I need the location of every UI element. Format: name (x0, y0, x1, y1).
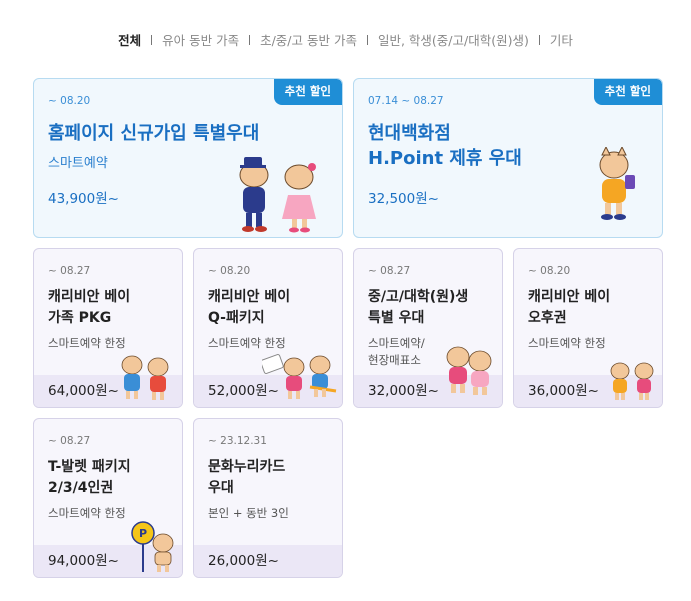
mascot-running-icon (262, 354, 337, 399)
mascot-duo-icon (610, 362, 654, 400)
offer-card-hyundai-hpoint[interactable]: 추천 할인 07.14 ~ 08.27 현대백화점 H.Point 제휴 우대 … (353, 78, 663, 238)
tab-divider (366, 34, 368, 45)
offer-subtitle: 스마트예약 (48, 156, 108, 171)
offer-card-homepage-signup[interactable]: 추천 할인 ~ 08.20 홈페이지 신규가입 특별우대 스마트예약 43,90… (33, 78, 343, 238)
offer-title: 캐리비안 베이 Q-패키지 (208, 289, 291, 326)
offer-date: ~ 23.12.31 (208, 435, 267, 447)
offer-price: 64,000원~ (48, 383, 119, 399)
tab-divider (249, 34, 251, 45)
offer-subtitle: 스마트예약 한정 (528, 336, 606, 350)
offer-title: 현대백화점 H.Point 제휴 우대 (368, 123, 522, 169)
mascot-couple-icon (239, 157, 316, 233)
offer-title: 문화누리카드 우대 (208, 459, 286, 496)
offer-title: 캐리비안 베이 가족 PKG (48, 289, 131, 326)
offer-price: 43,900원~ (48, 191, 119, 207)
offer-price: 32,500원~ (368, 191, 439, 207)
offer-subtitle: 본인 + 동반 3인 (208, 506, 289, 520)
tab-general-students[interactable]: 일반, 학생(중/고/대학(원)생) (378, 30, 529, 49)
recommended-badge: 추천 할인 (593, 79, 662, 105)
offer-date: 07.14 ~ 08.27 (368, 95, 444, 107)
mascot-parking-sign-icon: P (131, 521, 174, 572)
offer-date: ~ 08.20 (48, 95, 91, 107)
offer-card-caribbean-afternoon[interactable]: ~ 08.20 캐리비안 베이 오후권 스마트예약 한정 36,000원~ (513, 248, 663, 408)
tab-family-with-students[interactable]: 초/중/고 동반 가족 (260, 30, 357, 49)
mascot-students-icon (446, 346, 492, 395)
offer-price: 94,000원~ (48, 553, 119, 569)
offer-title: 캐리비안 베이 오후권 (528, 289, 611, 326)
mascot-family-icon (121, 355, 169, 400)
offer-date: ~ 08.20 (208, 265, 251, 277)
offer-date: ~ 08.20 (528, 265, 571, 277)
tab-divider (151, 34, 153, 45)
offer-price: 36,000원~ (528, 383, 599, 399)
offer-subtitle: 스마트예약/ 현장매표소 (368, 336, 425, 367)
tab-all[interactable]: 전체 (118, 30, 141, 49)
offer-subtitle: 스마트예약 한정 (48, 336, 126, 350)
offer-date: ~ 08.27 (368, 265, 411, 277)
offer-card-student-special[interactable]: ~ 08.27 중/고/대학(원)생 특별 우대 스마트예약/ 현장매표소 32… (353, 248, 503, 408)
recommended-badge: 추천 할인 (273, 79, 342, 105)
offer-card-caribbean-family-pkg[interactable]: ~ 08.27 캐리비안 베이 가족 PKG 스마트예약 한정 64,000원~ (33, 248, 183, 408)
offer-title: T-발렛 패키지 2/3/4인권 (48, 459, 131, 496)
tab-etc[interactable]: 기타 (550, 30, 573, 49)
offer-card-caribbean-q-package[interactable]: ~ 08.20 캐리비안 베이 Q-패키지 스마트예약 한정 52,000원~ (193, 248, 343, 408)
offer-card-t-valet-package[interactable]: ~ 08.27 T-발렛 패키지 2/3/4인권 스마트예약 한정 94,000… (33, 418, 183, 578)
offer-date: ~ 08.27 (48, 435, 91, 447)
tab-divider (538, 34, 540, 45)
offer-card-culture-nuri-card[interactable]: ~ 23.12.31 문화누리카드 우대 본인 + 동반 3인 26,000원~ (193, 418, 343, 578)
offer-title: 홈페이지 신규가입 특별우대 (48, 123, 260, 144)
offer-title: 중/고/대학(원)생 특별 우대 (368, 289, 469, 326)
svg-text:P: P (139, 527, 147, 540)
offer-price: 32,000원~ (368, 383, 439, 399)
offer-price: 26,000원~ (208, 553, 279, 569)
mascot-shopping-icon (599, 147, 635, 220)
tab-family-with-kids[interactable]: 유아 동반 가족 (162, 30, 239, 49)
category-tabs: 전체 유아 동반 가족 초/중/고 동반 가족 일반, 학생(중/고/대학(원)… (0, 30, 691, 49)
offer-subtitle: 스마트예약 한정 (48, 506, 126, 520)
offer-date: ~ 08.27 (48, 265, 91, 277)
offer-subtitle: 스마트예약 한정 (208, 336, 286, 350)
